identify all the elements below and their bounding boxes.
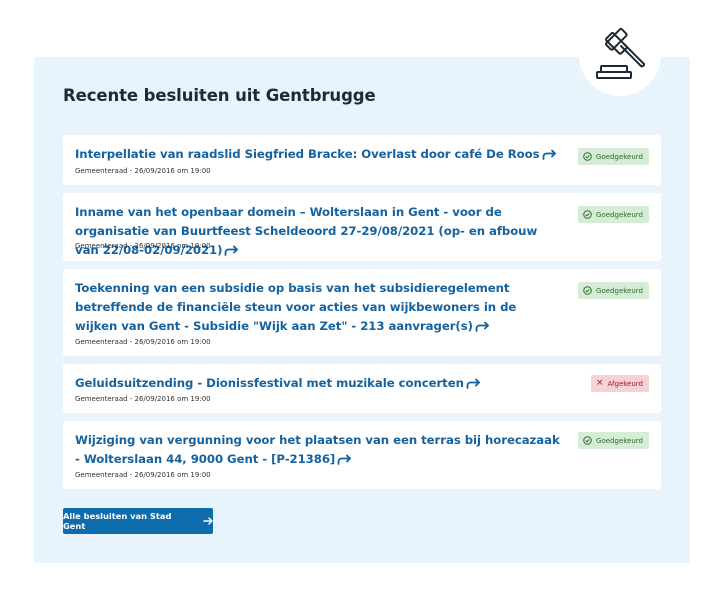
status-label: Goedgekeurd (596, 436, 643, 445)
decision-title-link[interactable]: Inname van het openbaar domein – Wolters… (75, 203, 561, 262)
gavel-icon (596, 28, 645, 79)
decision-meta: Gemeenteraad - 26/09/2016 om 19:00 (75, 471, 211, 479)
arrow-right-icon (203, 517, 213, 525)
share-arrow-icon (466, 376, 481, 395)
decision-meta: Gemeenteraad - 26/09/2016 om 19:00 (75, 395, 211, 403)
decision-meta: Gemeenteraad - 26/09/2016 om 19:00 (75, 242, 211, 250)
decision-card[interactable]: Inname van het openbaar domein – Wolters… (63, 193, 661, 261)
status-badge: Goedgekeurd (578, 432, 649, 449)
status-badge: Goedgekeurd (578, 148, 649, 165)
check-circle-icon (583, 152, 592, 161)
decision-title-link[interactable]: Geluidsuitzending - Dionissfestival met … (75, 374, 561, 395)
decision-title-link[interactable]: Toekenning van een subsidie op basis van… (75, 279, 561, 338)
decision-card[interactable]: Geluidsuitzending - Dionissfestival met … (63, 364, 661, 413)
share-arrow-icon (337, 452, 352, 471)
share-arrow-icon (475, 319, 490, 338)
all-decisions-button[interactable]: Alle besluiten van Stad Gent (63, 508, 213, 534)
status-badge: Goedgekeurd (578, 206, 649, 223)
close-icon: × (595, 378, 604, 388)
decision-title-link[interactable]: Wijziging van vergunning voor het plaats… (75, 431, 561, 471)
gavel-badge (579, 14, 661, 96)
decision-card[interactable]: Wijziging van vergunning voor het plaats… (63, 421, 661, 489)
decision-meta: Gemeenteraad - 26/09/2016 om 19:00 (75, 167, 211, 175)
check-circle-icon (583, 210, 592, 219)
status-badge: × Afgekeurd (590, 375, 649, 392)
status-label: Goedgekeurd (596, 152, 643, 161)
share-arrow-icon (224, 243, 239, 262)
decision-card[interactable]: Toekenning van een subsidie op basis van… (63, 269, 661, 356)
decision-meta: Gemeenteraad - 26/09/2016 om 19:00 (75, 338, 211, 346)
page-title: Recente besluiten uit Gentbrugge (63, 86, 376, 105)
check-circle-icon (583, 286, 592, 295)
status-label: Goedgekeurd (596, 286, 643, 295)
decision-title-link[interactable]: Interpellatie van raadslid Siegfried Bra… (75, 145, 561, 166)
decision-card[interactable]: Interpellatie van raadslid Siegfried Bra… (63, 135, 661, 185)
check-circle-icon (583, 436, 592, 445)
share-arrow-icon (542, 147, 557, 166)
status-badge: Goedgekeurd (578, 282, 649, 299)
status-label: Afgekeurd (607, 379, 644, 388)
status-label: Goedgekeurd (596, 210, 643, 219)
all-decisions-label: Alle besluiten van Stad Gent (63, 511, 172, 531)
